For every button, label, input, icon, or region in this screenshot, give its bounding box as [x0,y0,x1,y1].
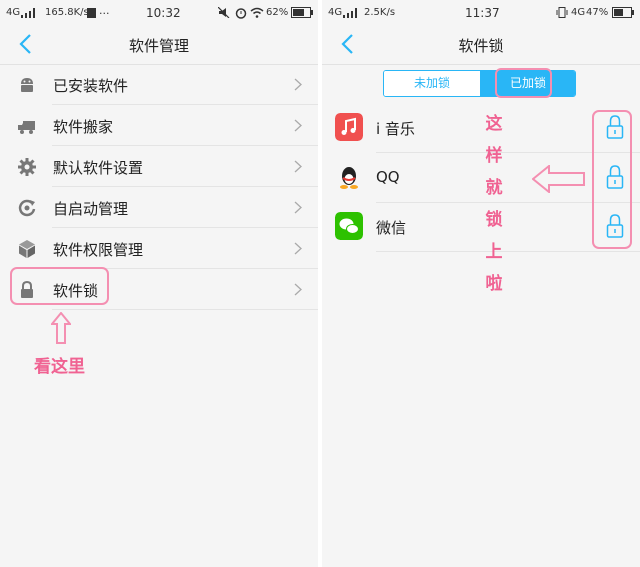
app-name: QQ [376,168,400,186]
list-item-label: 默认软件设置 [53,159,144,177]
app-name: 微信 [376,219,407,237]
app-name: i 音乐 [376,120,415,138]
wifi-icon [250,7,264,18]
page-title: 软件锁 [458,37,504,55]
battery-icon [612,7,634,18]
list-item-label: 自启动管理 [53,200,129,218]
net-speed: 2.5K/s [364,7,396,18]
wechat-icon [335,212,363,240]
battery-icon [291,7,313,18]
alarm-icon [235,8,247,19]
list-item-autostart[interactable]: 自启动管理 [0,187,318,228]
list-item-label: 已安装软件 [53,77,129,95]
network-type: 4G [328,7,343,18]
net-speed: 165.8K/s [45,7,89,18]
annotation-char: 锁 [485,210,503,230]
battery-percent: 47% [586,7,609,18]
annotation-text: 这 样 就 锁 上 啦 [483,108,505,300]
highlight-box [10,267,109,305]
list-item-move[interactable]: 软件搬家 [0,105,318,146]
lock-highlight-box [592,110,632,249]
chevron-right-icon [294,283,302,296]
list-item-default-apps[interactable]: 默认软件设置 [0,146,318,187]
divider [376,251,640,252]
signal-icon [21,8,35,18]
annotation-char: 上 [485,242,503,262]
list-item-installed[interactable]: 已安装软件 [0,64,318,105]
clock: 11:37 [465,6,500,20]
divider [52,309,318,310]
annotation-text: 看这里 [34,357,85,377]
more-dots: ··· [99,7,110,20]
annotation-char: 这 [485,114,503,134]
chevron-right-icon [294,201,302,214]
left-arrow-icon [532,165,585,193]
status-bar: 4G 165.8K/s ··· 10:32 62% [0,0,318,26]
qq-penguin-icon [335,163,363,191]
mute-icon [218,7,230,18]
tab-unlocked[interactable]: 未加锁 [384,71,480,96]
network-type: 4G [6,7,21,18]
network-type-2: 4G [571,7,586,18]
power-cycle-icon [18,199,36,217]
clock: 10:32 [146,6,181,20]
sim-icon [87,8,96,18]
signal-icon [343,8,357,18]
page-title: 软件管理 [128,37,189,55]
list-item-permissions[interactable]: 软件权限管理 [0,228,318,269]
list-item-label: 软件权限管理 [53,241,144,259]
list-item-label: 软件搬家 [53,118,114,136]
right-screen: 4G 2.5K/s 11:37 4G 47% 软件锁 未加锁 已加锁 i 音乐 … [322,0,640,567]
nav-bar: 软件锁 [322,26,640,65]
left-screen: 4G 165.8K/s ··· 10:32 62% 软件管理 已安装软件 软件搬… [0,0,318,567]
nav-bar: 软件管理 [0,26,318,65]
chevron-right-icon [294,78,302,91]
truck-icon [18,121,35,134]
battery-percent: 62% [266,7,289,18]
chevron-right-icon [294,160,302,173]
tab-highlight-box [495,68,552,98]
android-icon [21,78,33,92]
chevron-right-icon [294,242,302,255]
chevron-right-icon [294,119,302,132]
music-app-icon [335,113,363,141]
annotation-char: 啦 [485,274,503,294]
annotation-char: 就 [485,178,503,198]
gear-icon [18,158,36,176]
vibrate-icon [556,7,568,18]
up-arrow-icon [51,312,71,344]
annotation-char: 样 [485,146,503,166]
cube-icon [19,240,35,258]
status-bar: 4G 2.5K/s 11:37 4G 47% [322,0,640,26]
